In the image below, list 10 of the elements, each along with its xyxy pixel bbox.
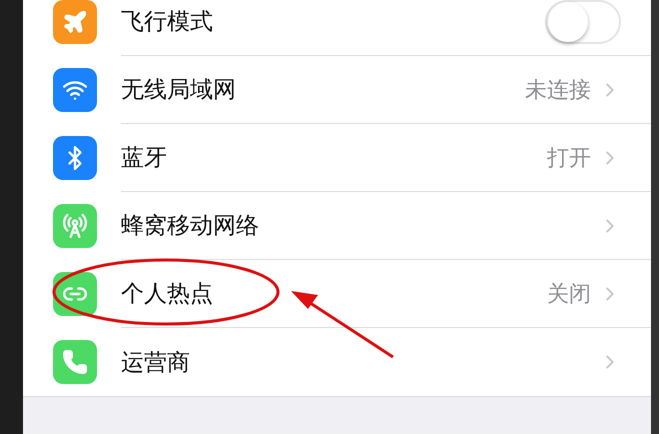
toggle-switch[interactable] [545, 0, 621, 44]
setting-label: 飞行模式 [121, 7, 213, 36]
setting-value: 未连接 [525, 76, 591, 104]
setting-label: 无线局域网 [121, 75, 236, 104]
setting-label: 个人热点 [121, 279, 213, 308]
setting-label: 蜂窝移动网络 [121, 211, 259, 240]
setting-value: 打开 [547, 144, 591, 172]
setting-label: 蓝牙 [121, 143, 167, 172]
setting-label: 运营商 [121, 348, 190, 377]
setting-value: 关闭 [547, 280, 591, 308]
